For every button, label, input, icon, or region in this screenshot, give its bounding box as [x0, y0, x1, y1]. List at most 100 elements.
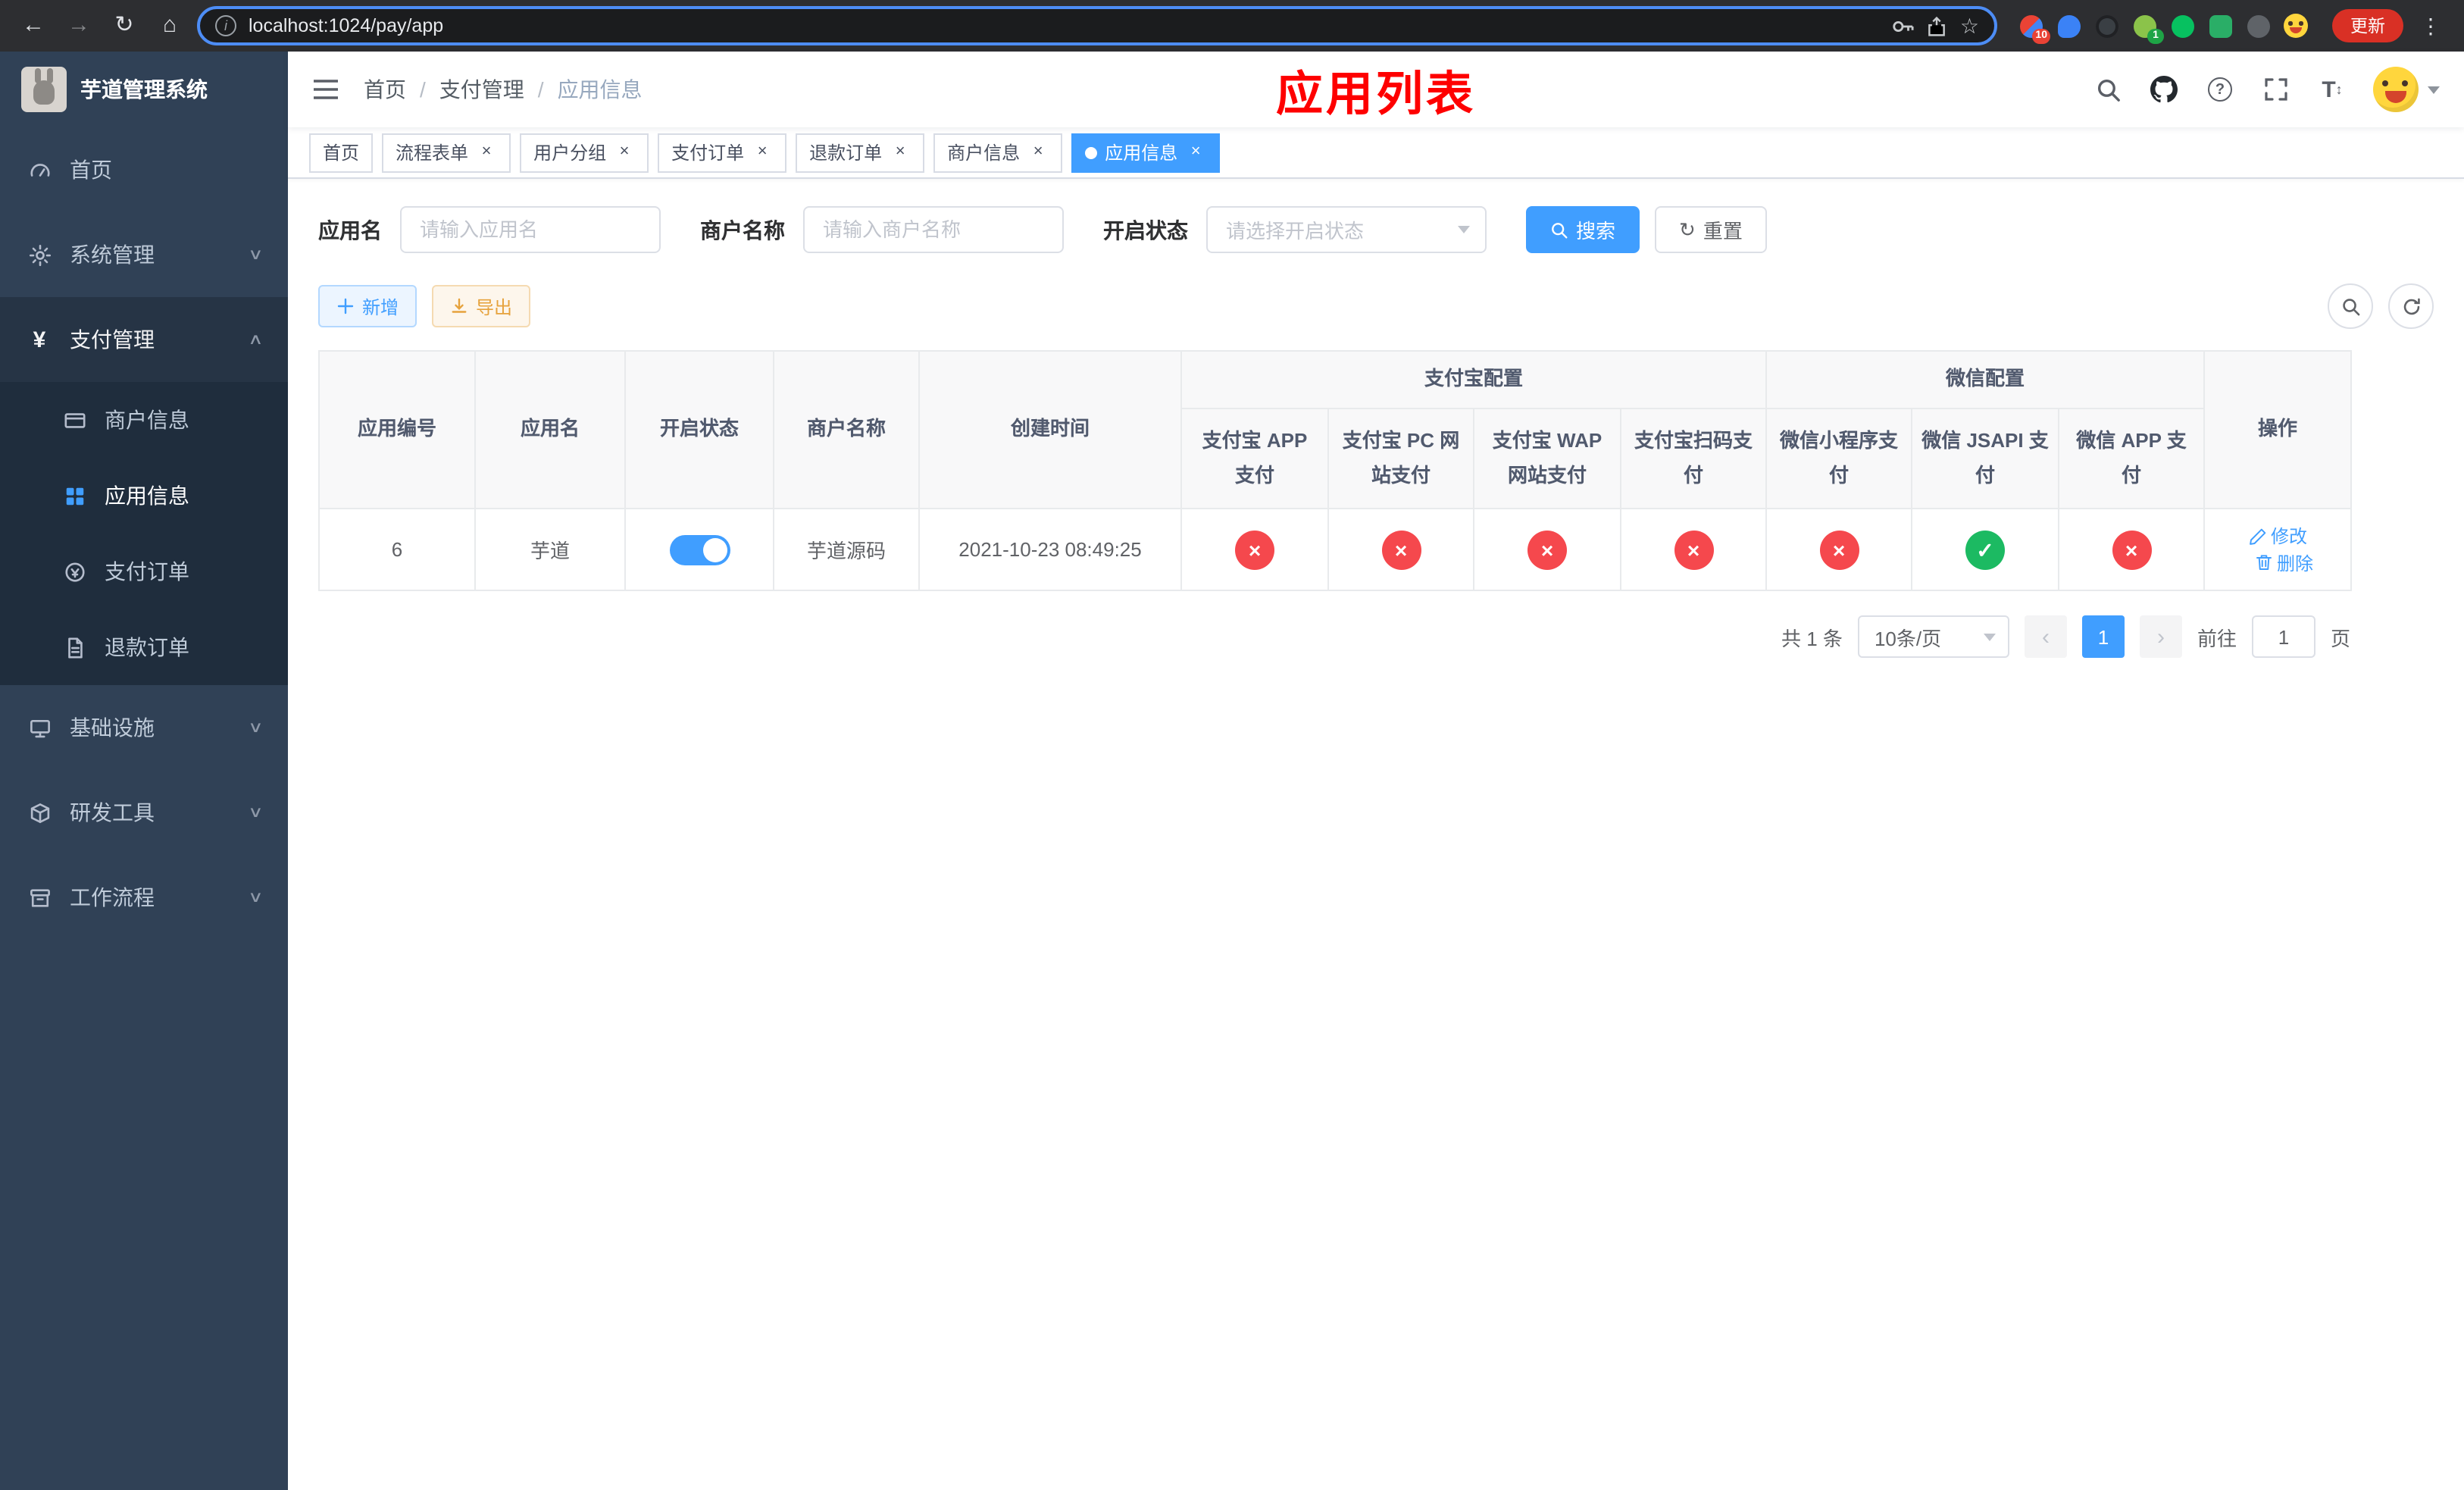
status-icon-alipay-pc: ×: [1381, 530, 1421, 569]
extension-icon[interactable]: [2243, 11, 2273, 41]
sidebar-toggle-icon[interactable]: [312, 74, 342, 105]
goto-page-input[interactable]: [2251, 615, 2315, 658]
toggle-search-button[interactable]: [2328, 283, 2373, 329]
page-number-button[interactable]: 1: [2081, 615, 2125, 658]
logo-image: [21, 67, 67, 112]
sidebar-item-label: 退款订单: [105, 635, 189, 659]
sidebar-item-app-info[interactable]: 应用信息: [0, 458, 288, 534]
close-icon[interactable]: ×: [752, 142, 773, 163]
tab-process-form[interactable]: 流程表单 ×: [382, 133, 511, 172]
cell-created: 2021-10-23 08:49:25: [918, 508, 1182, 591]
bookmark-star-icon[interactable]: ☆: [1960, 13, 1979, 39]
close-icon[interactable]: ×: [1027, 142, 1049, 163]
font-size-icon[interactable]: T ↕: [2317, 74, 2347, 105]
sidebar-item-system[interactable]: 系统管理 ∨: [0, 212, 288, 297]
col-header-alipay-app: 支付宝 APP 支付: [1180, 408, 1329, 509]
app-name-input[interactable]: [400, 206, 661, 253]
archive-icon: [27, 885, 52, 909]
breadcrumb: 首页 / 支付管理 / 应用信息: [364, 74, 643, 105]
page-size-select[interactable]: 10条/页: [1857, 615, 2009, 658]
extension-icon[interactable]: [2053, 11, 2084, 41]
chevron-down-icon: ∨: [247, 719, 263, 736]
tab-label: 应用信息: [1105, 142, 1178, 164]
address-bar[interactable]: i localhost:1024/pay/app ☆: [197, 6, 1997, 45]
refresh-button[interactable]: [2388, 283, 2434, 329]
user-menu[interactable]: [2373, 67, 2440, 112]
tab-label: 用户分组: [533, 142, 607, 164]
status-label: 开启状态: [1103, 218, 1188, 242]
back-icon[interactable]: ←: [15, 8, 52, 44]
extension-icon[interactable]: 1: [2129, 11, 2164, 44]
extension-icon[interactable]: 10: [2015, 11, 2050, 44]
tab-pay-order[interactable]: 支付订单 ×: [658, 133, 787, 172]
payment-submenu: 商户信息 应用信息 支付订单 退款订单: [0, 382, 288, 685]
password-key-icon[interactable]: [1892, 14, 1915, 37]
chevron-down-icon: [2428, 86, 2440, 93]
browser-extensions: 10 1: [2015, 11, 2311, 44]
extension-badge: 1: [2147, 29, 2164, 44]
breadcrumb-payment[interactable]: 支付管理: [439, 74, 524, 105]
search-icon[interactable]: [2093, 74, 2123, 105]
browser-chrome: ← → ↻ ⌂ i localhost:1024/pay/app ☆ 10 1 …: [0, 0, 2464, 52]
merchant-name-label: 商户名称: [700, 218, 785, 242]
extension-icon[interactable]: [2281, 11, 2311, 41]
col-header-alipay-wap: 支付宝 WAP 网站支付: [1473, 408, 1621, 509]
tab-home[interactable]: 首页: [309, 133, 374, 172]
sidebar-item-workflow[interactable]: 工作流程 ∨: [0, 855, 288, 940]
fullscreen-icon[interactable]: [2261, 74, 2291, 105]
sidebar-item-refund-order[interactable]: 退款订单: [0, 609, 288, 685]
forward-icon[interactable]: →: [61, 8, 97, 44]
github-icon[interactable]: [2149, 74, 2179, 105]
sidebar-item-home[interactable]: 首页: [0, 127, 288, 212]
extension-icon[interactable]: [2091, 11, 2122, 41]
breadcrumb-home[interactable]: 首页: [364, 74, 406, 105]
sidebar-item-dev-tools[interactable]: 研发工具 ∨: [0, 770, 288, 855]
cell-app-name: 芋道: [474, 508, 626, 591]
search-button[interactable]: 搜索: [1526, 206, 1640, 253]
app-logo[interactable]: 芋道管理系统: [0, 52, 288, 127]
edit-button[interactable]: 修改: [2248, 523, 2307, 549]
chevron-down-icon: ∨: [247, 889, 263, 906]
close-icon[interactable]: ×: [476, 142, 497, 163]
prev-page-button[interactable]: ‹: [2024, 615, 2067, 658]
browser-update-button[interactable]: 更新: [2332, 9, 2403, 42]
home-icon[interactable]: ⌂: [152, 8, 188, 44]
status-select[interactable]: 请选择开启状态: [1206, 206, 1487, 253]
sidebar-item-merchant-info[interactable]: 商户信息: [0, 382, 288, 458]
tab-label: 商户信息: [947, 142, 1021, 164]
delete-button[interactable]: 删除: [2254, 549, 2313, 575]
close-icon[interactable]: ×: [1185, 142, 1206, 163]
sidebar-item-pay-order[interactable]: 支付订单: [0, 534, 288, 609]
help-icon[interactable]: ?: [2205, 74, 2235, 105]
edit-icon: [2249, 527, 2265, 544]
status-toggle[interactable]: [669, 534, 730, 565]
order-icon: [64, 560, 86, 583]
sidebar-item-label: 基础设施: [70, 715, 155, 740]
chevron-up-icon: ∧: [247, 331, 263, 348]
reset-button[interactable]: ↻ 重置: [1655, 206, 1767, 253]
browser-menu-icon[interactable]: ⋮: [2412, 8, 2449, 44]
merchant-name-input[interactable]: [803, 206, 1064, 253]
add-button[interactable]: 新增: [318, 285, 417, 327]
export-button[interactable]: 导出: [432, 285, 531, 327]
breadcrumb-current: 应用信息: [557, 77, 643, 102]
sidebar-item-label: 支付订单: [105, 559, 189, 584]
reload-icon[interactable]: ↻: [106, 8, 142, 44]
tab-user-group[interactable]: 用户分组 ×: [520, 133, 649, 172]
extension-icon[interactable]: [2205, 11, 2235, 41]
tab-app-info[interactable]: 应用信息 ×: [1071, 133, 1221, 172]
sidebar-item-payment[interactable]: ¥ 支付管理 ∧: [0, 297, 288, 382]
tab-refund-order[interactable]: 退款订单 ×: [796, 133, 925, 172]
close-icon[interactable]: ×: [890, 142, 911, 163]
sidebar-item-infrastructure[interactable]: 基础设施 ∨: [0, 685, 288, 770]
col-group-alipay: 支付宝配置: [1180, 350, 1768, 409]
app-name-label: 应用名: [318, 218, 382, 242]
col-header-wechat-app: 微信 APP 支付: [2058, 408, 2206, 509]
tab-label: 首页: [323, 142, 360, 164]
site-info-icon[interactable]: i: [215, 15, 236, 36]
extension-icon[interactable]: [2167, 11, 2197, 41]
next-page-button[interactable]: ›: [2139, 615, 2182, 658]
share-icon[interactable]: [1927, 14, 1948, 37]
close-icon[interactable]: ×: [614, 142, 635, 163]
tab-merchant-info[interactable]: 商户信息 ×: [933, 133, 1063, 172]
